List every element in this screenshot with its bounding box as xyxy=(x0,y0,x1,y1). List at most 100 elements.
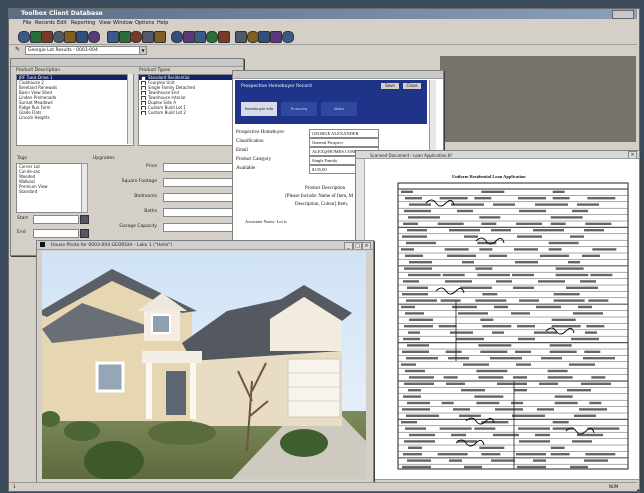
close-icon[interactable]: × xyxy=(362,242,371,249)
form-text xyxy=(582,254,600,257)
list-item[interactable]: Lincoln Heights xyxy=(17,115,133,120)
form-text xyxy=(555,273,589,277)
camera-icon[interactable] xyxy=(194,31,207,43)
form-text xyxy=(405,197,422,200)
menu-records[interactable]: Records xyxy=(35,19,55,28)
menu-options[interactable]: Options xyxy=(135,19,154,28)
form-text xyxy=(402,235,427,238)
tab-notes[interactable]: Notes xyxy=(321,102,357,116)
form-text xyxy=(592,248,617,251)
app-title: Toolbox Client Database xyxy=(21,10,103,17)
form-text xyxy=(569,363,595,366)
calendar-icon[interactable] xyxy=(80,229,89,238)
form-text xyxy=(405,369,425,373)
form-text xyxy=(579,408,607,411)
field-input[interactable] xyxy=(163,193,235,202)
list-icon[interactable] xyxy=(118,31,131,43)
binoculars-icon[interactable] xyxy=(64,31,77,43)
clock-icon[interactable] xyxy=(235,31,248,43)
start-field[interactable] xyxy=(33,215,79,224)
record-selector[interactable]: Georgia Lot Results - 0003-004 xyxy=(25,46,147,55)
scrollbar[interactable] xyxy=(81,163,88,213)
open-icon[interactable] xyxy=(18,31,30,43)
close-button[interactable]: Close xyxy=(403,83,421,89)
report-icon[interactable] xyxy=(130,31,143,43)
phone-icon[interactable] xyxy=(153,31,166,43)
form-text xyxy=(474,395,504,398)
window-controls[interactable] xyxy=(612,10,634,19)
menu-help[interactable]: Help xyxy=(157,19,168,28)
save-button[interactable]: Save xyxy=(381,83,399,89)
help-icon[interactable] xyxy=(258,31,271,43)
form-text xyxy=(404,325,433,328)
folder-icon[interactable] xyxy=(76,31,88,43)
homebuyer-field-value[interactable]: GEORGE ALEXANDER xyxy=(309,129,379,138)
menu-reporting[interactable]: Reporting xyxy=(71,19,95,28)
note-icon[interactable] xyxy=(246,31,259,43)
field-input[interactable] xyxy=(163,223,235,232)
mail-icon[interactable] xyxy=(142,31,154,43)
form-text xyxy=(403,280,419,283)
menu-file[interactable]: File xyxy=(23,19,31,28)
menu-window[interactable]: Window xyxy=(113,19,133,28)
list-item[interactable]: Custom Build Lot 2 xyxy=(139,110,235,115)
menu-view[interactable]: View xyxy=(99,19,111,28)
document-window: Scanned Document - Loan Application.tif … xyxy=(355,150,640,490)
end-field[interactable] xyxy=(33,229,79,238)
scrollbar[interactable] xyxy=(127,74,133,144)
form-text xyxy=(478,376,504,379)
calendar-icon[interactable] xyxy=(80,215,89,224)
product-description-list[interactable]: JRF Tunis Drive 1 Clubhouse 2 Breeland Ren… xyxy=(16,74,134,146)
tab-financing[interactable]: Financing xyxy=(281,102,317,116)
calendar-icon[interactable] xyxy=(171,31,184,43)
form-text xyxy=(478,344,512,347)
form-text xyxy=(552,190,565,193)
form-text xyxy=(495,408,523,411)
form-text xyxy=(494,305,508,309)
checkbox[interactable] xyxy=(141,110,146,115)
form-text xyxy=(580,280,596,283)
field-input[interactable] xyxy=(163,178,235,187)
save-icon[interactable] xyxy=(29,31,42,43)
print-icon[interactable] xyxy=(41,31,54,43)
globe-icon[interactable] xyxy=(281,31,294,43)
product-types-list[interactable]: Standard Residential Fourplex Unit Single … xyxy=(138,74,236,146)
grid-icon[interactable] xyxy=(107,31,120,43)
close-icon[interactable]: × xyxy=(628,151,637,158)
form-text xyxy=(547,369,568,373)
form-text xyxy=(403,395,421,398)
homebuyer-field-label: Product Category xyxy=(236,157,272,162)
form-text xyxy=(554,395,573,398)
form-text xyxy=(448,357,469,360)
chart-icon[interactable] xyxy=(182,31,195,43)
form-text xyxy=(547,376,573,379)
form-text xyxy=(549,350,577,353)
forward-icon[interactable] xyxy=(217,31,230,43)
form-text xyxy=(574,414,596,417)
settings-icon[interactable] xyxy=(270,31,282,43)
field-input[interactable] xyxy=(163,163,235,172)
field-input[interactable] xyxy=(163,208,235,217)
form-text xyxy=(497,382,527,385)
form-text xyxy=(518,337,535,341)
form-text xyxy=(464,235,478,238)
menu-edit[interactable]: Edit xyxy=(57,19,67,28)
associate-note: Associate Notes: Lot is xyxy=(245,219,287,224)
tab-homebuyer-info[interactable]: Homebuyer Info xyxy=(241,102,277,116)
tags-list[interactable]: Corner Lot Cul-de-sac Wooded Walkout Premium… xyxy=(16,163,82,213)
form-text xyxy=(408,273,441,277)
refresh-icon[interactable] xyxy=(87,31,100,43)
maximize-icon[interactable]: □ xyxy=(353,242,362,249)
form-text xyxy=(401,305,415,309)
form-text xyxy=(577,203,599,206)
form-text xyxy=(496,280,512,283)
form-text xyxy=(453,408,470,411)
chevron-down-icon[interactable]: ▼ xyxy=(139,46,147,55)
form-text xyxy=(402,350,429,353)
back-icon[interactable] xyxy=(206,31,218,43)
list-item[interactable]: Standard xyxy=(17,189,81,194)
form-text xyxy=(584,229,604,232)
homebuyer-field-value[interactable]: General Prospect xyxy=(309,138,379,147)
search-icon[interactable] xyxy=(52,31,65,43)
minimize-icon[interactable]: _ xyxy=(344,242,353,249)
